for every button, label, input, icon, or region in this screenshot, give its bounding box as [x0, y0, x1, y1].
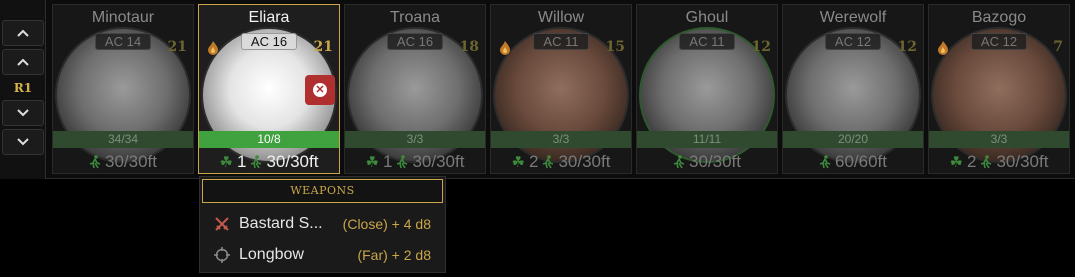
move-up-button[interactable]	[2, 49, 44, 75]
remove-combatant-button[interactable]: ✕	[305, 75, 335, 105]
speed-icon	[397, 155, 408, 169]
combatant-name: Bazogo	[971, 9, 1027, 26]
speed-value: 30/30ft	[996, 152, 1049, 171]
speed-value: 60/60ft	[835, 152, 887, 171]
weapon-row[interactable]: Longbow (Far) + 2 d8	[200, 243, 445, 267]
combatant-stats: ☘ 1 30/30ft	[199, 151, 339, 173]
speed-value: 30/30ft	[558, 152, 611, 171]
combatant-card[interactable]: Ghoul AC 11 12 11/11 30/30ft	[636, 4, 778, 174]
crosshair-icon	[214, 247, 230, 263]
round-indicator: R1	[13, 81, 33, 95]
clover-icon: ☘	[949, 154, 963, 171]
luck-value: 2	[528, 152, 539, 171]
speed-value: 30/30ft	[689, 152, 741, 171]
weapons-popup: WEAPONS Bastard S... (Close) + 4 d8 Long…	[199, 176, 446, 273]
flame-icon	[500, 41, 510, 55]
weapon-row[interactable]: Bastard S... (Close) + 4 d8	[200, 212, 445, 236]
clover-icon: ☘	[365, 154, 379, 171]
combatant-stats: ☘ 2 30/30ft	[491, 151, 631, 173]
combatant-stats: 30/30ft	[53, 151, 193, 173]
weapon-stat: (Close) + 4 d8	[342, 216, 431, 232]
hit-points-bar: 3/3	[345, 131, 485, 148]
combatant-card[interactable]: Bazogo AC 12 7 3/3 ☘ 2 30/30ft	[928, 4, 1070, 174]
combatant-stats: 60/60ft	[783, 151, 923, 173]
combatant-card[interactable]: Eliara AC 16 21 ✕ 10/8 ☘ 1 30/30ft	[198, 4, 340, 174]
armor-class-badge: AC 11	[679, 33, 735, 50]
speed-icon	[673, 155, 685, 169]
clover-icon: ☘	[511, 154, 525, 171]
crossed-swords-icon	[215, 217, 229, 231]
speed-icon	[543, 155, 554, 169]
armor-class-badge: AC 11	[533, 33, 589, 50]
hit-points-bar: 34/34	[53, 131, 193, 148]
speed-icon	[981, 155, 992, 169]
initiative-value: 21	[167, 39, 187, 55]
combatant-name: Willow	[537, 9, 585, 26]
move-top-button[interactable]	[2, 20, 44, 46]
combatant-stats: 30/30ft	[637, 151, 777, 173]
hit-points-bar: 3/3	[929, 131, 1069, 148]
armor-class-badge: AC 14	[95, 33, 151, 50]
combatant-card[interactable]: Werewolf AC 12 12 20/20 60/60ft	[782, 4, 924, 174]
initiative-tracker: R1 Minotaur AC 14 21 34/34 30/30ft Eliara AC 1…	[0, 0, 1075, 179]
luck-value: 1	[236, 152, 247, 171]
chevron-down-icon	[17, 138, 29, 146]
chevron-up-icon	[17, 58, 29, 66]
initiative-value: 18	[459, 39, 479, 55]
weapon-name: Bastard S...	[239, 215, 323, 232]
weapon-stat: (Far) + 2 d8	[357, 247, 431, 263]
move-bottom-button[interactable]	[2, 129, 44, 155]
close-icon: ✕	[313, 83, 327, 97]
combatant-card[interactable]: Minotaur AC 14 21 34/34 30/30ft	[52, 4, 194, 174]
armor-class-badge: AC 16	[387, 33, 443, 50]
move-down-button[interactable]	[2, 100, 44, 126]
speed-value: 30/30ft	[105, 152, 157, 171]
flame-icon	[938, 41, 948, 55]
turn-controls: R1	[0, 0, 46, 179]
armor-class-badge: AC 12	[971, 33, 1027, 50]
combatant-stats: ☘ 1 30/30ft	[345, 151, 485, 173]
combatant-card[interactable]: Troana AC 16 18 3/3 ☘ 1 30/30ft	[344, 4, 486, 174]
weapons-header: WEAPONS	[202, 179, 443, 203]
initiative-value: 12	[897, 39, 917, 55]
armor-class-badge: AC 16	[241, 33, 297, 50]
hit-points-bar: 11/11	[637, 131, 777, 148]
weapon-name: Longbow	[239, 246, 304, 263]
combatant-name: Werewolf	[819, 9, 887, 26]
hit-points-bar: 3/3	[491, 131, 631, 148]
hit-points-bar: 20/20	[783, 131, 923, 148]
combatant-name: Minotaur	[91, 9, 155, 26]
combatant-card[interactable]: Willow AC 11 15 3/3 ☘ 2 30/30ft	[490, 4, 632, 174]
hit-points-bar: 10/8	[199, 131, 339, 148]
clover-icon: ☘	[219, 154, 233, 171]
speed-icon	[89, 155, 101, 169]
armor-class-badge: AC 12	[825, 33, 881, 50]
luck-value: 1	[382, 152, 393, 171]
combatant-name: Eliara	[248, 9, 290, 26]
chevron-up-icon	[17, 29, 29, 37]
initiative-value: 21	[313, 39, 333, 55]
speed-value: 30/30ft	[412, 152, 465, 171]
initiative-value: 15	[605, 39, 625, 55]
flame-icon	[208, 41, 218, 55]
combatant-name: Troana	[389, 9, 441, 26]
initiative-value: 7	[1053, 39, 1063, 55]
speed-icon	[251, 155, 262, 169]
combatant-stats: ☘ 2 30/30ft	[929, 151, 1069, 173]
combatant-name: Ghoul	[685, 9, 729, 26]
speed-icon	[819, 155, 831, 169]
speed-value: 30/30ft	[266, 152, 319, 171]
chevron-down-icon	[17, 109, 29, 117]
luck-value: 2	[966, 152, 977, 171]
initiative-value: 12	[751, 39, 771, 55]
